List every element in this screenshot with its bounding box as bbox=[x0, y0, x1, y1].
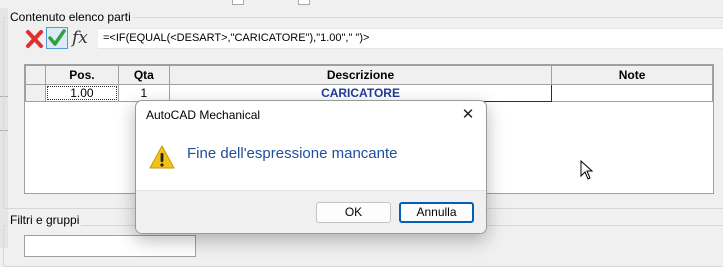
column-header-selector[interactable] bbox=[25, 65, 46, 85]
filters-list[interactable] bbox=[24, 235, 196, 257]
close-icon: ✕ bbox=[461, 106, 475, 123]
error-dialog: AutoCAD Mechanical ✕ Fine dell'espressio… bbox=[135, 100, 487, 234]
column-header-qta[interactable]: Qta bbox=[117, 65, 170, 85]
warning-icon bbox=[148, 144, 176, 170]
parts-content-group-label: Contenuto elenco parti bbox=[8, 10, 133, 24]
top-control-left[interactable] bbox=[232, 0, 244, 5]
annulla-button[interactable]: Annulla bbox=[399, 202, 474, 223]
dialog-message: Fine dell'espressione mancante bbox=[187, 145, 398, 162]
cell-note[interactable] bbox=[551, 84, 713, 102]
top-control-right[interactable] bbox=[298, 0, 310, 5]
cell-pos-value: 1.00 bbox=[46, 86, 117, 100]
top-strip bbox=[0, 0, 723, 8]
table-row[interactable]: 1.00 1 CARICATORE bbox=[25, 84, 713, 102]
column-header-pos[interactable]: Pos. bbox=[44, 65, 119, 85]
formula-input[interactable]: =<IF(EQUAL(<DESART>,"CARICATORE"),"1.00"… bbox=[98, 28, 723, 49]
mouse-cursor-icon bbox=[580, 159, 594, 180]
table-header-row: Pos. Qta Descrizione Note bbox=[25, 65, 713, 85]
filters-group-label: Filtri e gruppi bbox=[8, 213, 82, 227]
fx-label: fx bbox=[72, 28, 88, 48]
column-header-note[interactable]: Note bbox=[551, 65, 713, 85]
fx-icon[interactable]: fx bbox=[72, 28, 94, 50]
cell-descrizione[interactable]: CARICATORE bbox=[168, 84, 553, 102]
red-x-icon[interactable] bbox=[25, 29, 44, 49]
cell-qta[interactable]: 1 bbox=[117, 84, 170, 102]
ok-button[interactable]: OK bbox=[316, 202, 391, 223]
parts-table: Pos. Qta Descrizione Note 1.00 1 CARICAT… bbox=[25, 65, 713, 102]
row-header[interactable] bbox=[25, 84, 46, 102]
column-header-descrizione[interactable]: Descrizione bbox=[168, 65, 553, 85]
green-check-icon bbox=[48, 29, 66, 46]
dialog-close-button[interactable]: ✕ bbox=[456, 103, 480, 127]
cell-pos[interactable]: 1.00 bbox=[44, 84, 119, 102]
accept-button[interactable] bbox=[46, 27, 68, 49]
dialog-title: AutoCAD Mechanical bbox=[146, 108, 261, 122]
